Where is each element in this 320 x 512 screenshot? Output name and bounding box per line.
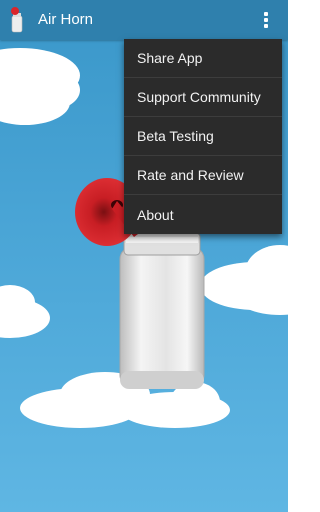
cloud-top-left-3: [20, 70, 80, 110]
menu-item-share-app[interactable]: Share App: [124, 39, 282, 78]
menu-item-about[interactable]: About: [124, 195, 282, 234]
action-bar: Air Horn: [0, 0, 288, 40]
app-title: Air Horn: [38, 11, 94, 28]
menu-item-beta-testing[interactable]: Beta Testing: [124, 117, 282, 156]
air-horn-app-icon[interactable]: [9, 7, 25, 33]
overflow-menu-icon[interactable]: [252, 6, 280, 34]
menu-item-support-community[interactable]: Support Community: [124, 78, 282, 117]
air-horn-screen: Air Horn Share App Support Community Bet…: [0, 0, 288, 512]
menu-item-rate-and-review[interactable]: Rate and Review: [124, 156, 282, 195]
overflow-menu: Share App Support Community Beta Testing…: [124, 39, 282, 234]
